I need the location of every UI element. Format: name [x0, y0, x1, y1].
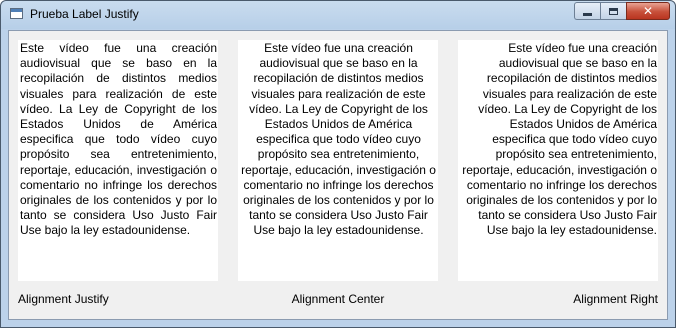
label-justify: Este vídeo fue una creación audiovisual … [18, 40, 218, 281]
title-bar[interactable]: Prueba Label Justify ✕ [1, 1, 675, 29]
caption-justify: Alignment Justify [18, 292, 109, 306]
window-title: Prueba Label Justify [30, 7, 139, 21]
window-controls: ✕ [574, 2, 670, 20]
app-window: Prueba Label Justify ✕ Este vídeo fue un… [0, 0, 676, 328]
client-area: Este vídeo fue una creación audiovisual … [8, 30, 668, 320]
minimize-button[interactable] [574, 2, 600, 20]
minimize-icon [583, 12, 592, 16]
maximize-icon [609, 7, 618, 15]
app-window-icon[interactable] [10, 8, 23, 19]
close-icon: ✕ [642, 4, 654, 18]
close-button[interactable]: ✕ [626, 2, 670, 20]
label-right: Este vídeo fue una creación audiovisual … [458, 40, 658, 281]
maximize-button[interactable] [600, 2, 626, 20]
label-center: Este vídeo fue una creación audiovisual … [238, 40, 438, 281]
caption-center: Alignment Center [291, 292, 385, 306]
caption-right: Alignment Right [573, 292, 658, 306]
